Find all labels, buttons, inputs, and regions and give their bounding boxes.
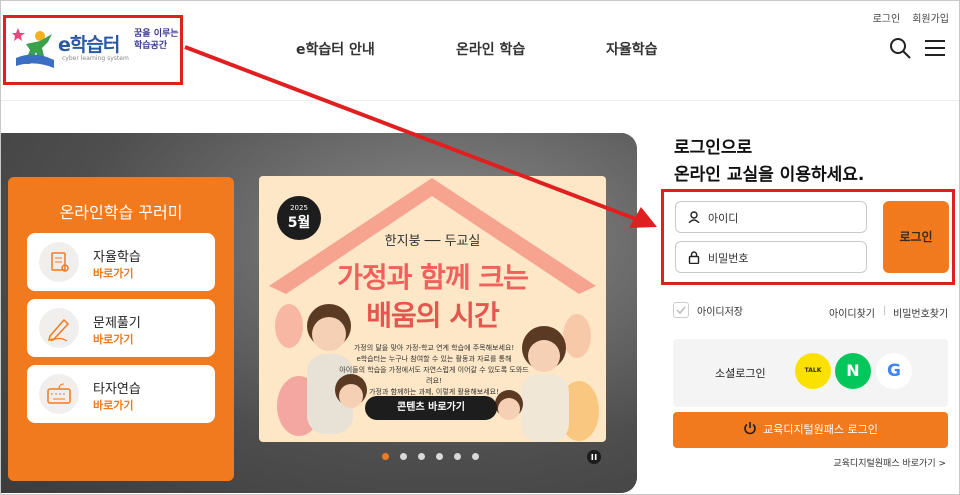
logo-slogan: 꿈을 이루는 학습공간 [134, 28, 180, 52]
nav-item-guide[interactable]: e학습터 안내 [296, 39, 456, 59]
panel-item-self-study[interactable]: 자율학습 바로가기 [27, 233, 215, 291]
slide-dot[interactable] [472, 453, 479, 460]
logo-slogan-line1: 꿈을 이루는 [134, 29, 179, 39]
banner-description-line: 가정의 달을 맞아 가정-학교 연계 학습에 주목해보세요! [353, 344, 515, 352]
utility-links: 로그인 회원가입 [873, 10, 949, 25]
content-shortcut-button[interactable]: 콘텐츠 바로가기 [365, 396, 497, 420]
naver-login-button[interactable]: N [835, 353, 871, 389]
login-link[interactable]: 로그인 [873, 10, 901, 25]
password-placeholder: 비밀번호 [708, 252, 749, 265]
panel-item-link[interactable]: 바로가기 [93, 331, 133, 347]
login-heading-line1: 로그인으로 [674, 138, 753, 158]
password-field[interactable]: 비밀번호 [675, 241, 867, 273]
digital-onepass-link[interactable]: 교육디지털원패스 바로가기 > [833, 456, 946, 469]
hero-section: 온라인학습 꾸러미 자율학습 바로가기 문제풀기 바로가기 타자연습 바로가기 … [1, 133, 637, 493]
find-password-link[interactable]: 비밀번호찾기 [893, 305, 948, 320]
slide-dot[interactable] [454, 453, 461, 460]
badge-month: 5월 [287, 215, 311, 231]
id-field[interactable]: 아이디 [675, 201, 867, 233]
panel-item-label: 타자연습 [93, 382, 141, 397]
check-icon [676, 306, 686, 315]
panel-item-quiz[interactable]: 문제풀기 바로가기 [27, 299, 215, 357]
digital-onepass-login-button[interactable]: 교육디지털원패스 로그인 [673, 412, 948, 448]
banner-title-line1: 가정과 함께 크는 [337, 261, 529, 294]
slide-indicators [382, 453, 479, 460]
slide-dot[interactable] [436, 453, 443, 460]
panel-item-label: 문제풀기 [93, 316, 141, 331]
panel-title: 온라인학습 꾸러미 [59, 203, 183, 222]
slide-dot[interactable] [400, 453, 407, 460]
logo-figure-icon [12, 28, 54, 68]
banner-description-line: e학습터는 누구나 참여할 수 있는 활동과 자료를 통해 [356, 355, 512, 363]
power-icon [744, 422, 756, 435]
id-placeholder: 아이디 [708, 212, 739, 225]
page: 로그인 회원가입 e학습터 cyber learning system 꿈을 이… [0, 0, 960, 495]
login-form: 아이디 비밀번호 로그인 [661, 189, 955, 285]
banner-description-line: 아이들의 학습을 가정에서도 자연스럽게 이어갈 수 있도록 도와드려요! [339, 366, 529, 385]
save-id-checkbox[interactable] [673, 302, 689, 318]
hamburger-menu-icon[interactable] [925, 39, 945, 57]
panel-item-typing[interactable]: 타자연습 바로가기 [27, 365, 215, 423]
logo[interactable]: e학습터 cyber learning system 꿈을 이루는 학습공간 [3, 15, 183, 85]
logo-subtext: cyber learning system [62, 55, 129, 62]
main-nav: e학습터 안내 온라인 학습 자율학습 [296, 39, 658, 59]
login-button[interactable]: 로그인 [883, 201, 949, 273]
login-heading: 로그인으로 온라인 교실을 이용하세요. [674, 135, 864, 189]
pause-icon[interactable] [587, 450, 601, 464]
lock-icon [688, 251, 700, 264]
find-id-link[interactable]: 아이디찾기 [829, 305, 875, 320]
social-login: 소셜로그인 TALK N G [673, 339, 948, 407]
self-study-icon [39, 242, 79, 282]
slide-dot[interactable] [418, 453, 425, 460]
panel-item-label: 자율학습 [93, 250, 141, 265]
banner-description: 가정의 달을 맞아 가정-학교 연계 학습에 주목해보세요! e학습터는 누구나… [339, 343, 529, 398]
promo-banner[interactable]: 2025 5월 한지붕 ── 두교실 가정과 함께 크는 배움의 시간 가정의 … [259, 176, 606, 442]
login-heading-line2: 온라인 교실을 이용하세요. [674, 165, 865, 185]
nav-item-online-learning[interactable]: 온라인 학습 [456, 39, 606, 59]
banner-subtitle: 한지붕 ── 두교실 [384, 234, 481, 249]
banner-title-line2: 배움의 시간 [366, 299, 500, 332]
link-divider: | [883, 305, 887, 316]
pen-writing-icon [39, 308, 79, 348]
social-login-label: 소셜로그인 [715, 367, 766, 380]
save-id-row: 아이디저장 [673, 302, 743, 318]
slide-dot[interactable] [382, 453, 389, 460]
panel-item-link[interactable]: 바로가기 [93, 397, 133, 413]
nav-item-self-study[interactable]: 자율학습 [606, 39, 658, 59]
logo-text: e학습터 [58, 34, 120, 56]
user-icon [688, 211, 700, 223]
search-icon[interactable] [889, 37, 911, 59]
kakao-login-button[interactable]: TALK [795, 353, 831, 389]
learning-package-panel: 온라인학습 꾸러미 자율학습 바로가기 문제풀기 바로가기 타자연습 바로가기 [8, 177, 234, 481]
google-login-button[interactable]: G [876, 353, 912, 389]
save-id-label: 아이디저장 [697, 306, 743, 318]
digital-onepass-label: 교육디지털원패스 로그인 [763, 423, 878, 436]
keyboard-icon [39, 374, 79, 414]
header: 로그인 회원가입 e학습터 cyber learning system 꿈을 이… [1, 1, 959, 101]
panel-item-link[interactable]: 바로가기 [93, 265, 133, 281]
logo-slogan-line2: 학습공간 [134, 41, 168, 51]
signup-link[interactable]: 회원가입 [912, 10, 949, 25]
badge-year: 2025 [290, 204, 308, 212]
